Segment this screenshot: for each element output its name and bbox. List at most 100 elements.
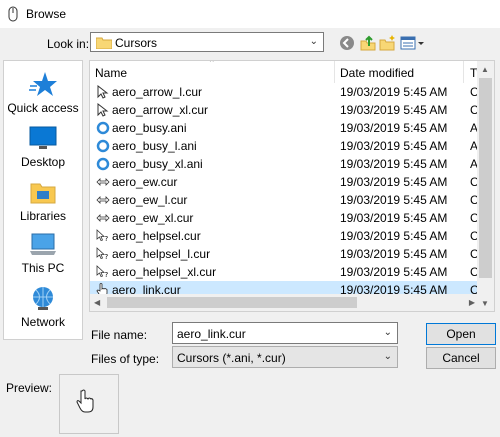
folder-icon bbox=[96, 37, 112, 49]
scroll-thumb[interactable] bbox=[479, 78, 492, 278]
computer-icon bbox=[30, 233, 56, 255]
place-quick-access[interactable]: Quick access bbox=[4, 71, 82, 115]
place-desktop[interactable]: Desktop bbox=[4, 125, 82, 169]
open-button[interactable]: Open bbox=[426, 323, 496, 345]
back-arrow-icon[interactable] bbox=[338, 34, 356, 52]
place-label: Desktop bbox=[20, 155, 66, 169]
file-row[interactable]: aero_busy_xl.ani 19/03/2019 5:45 AM Ar bbox=[90, 155, 482, 173]
file-list[interactable]: ⌃ Name Date modified Ty aero_arrow_l.cur… bbox=[89, 60, 495, 312]
column-divider[interactable] bbox=[334, 61, 335, 83]
chevron-down-icon[interactable]: ⌄ bbox=[310, 36, 318, 47]
star-icon bbox=[29, 72, 57, 96]
arrow-cursor-icon bbox=[96, 84, 110, 99]
busy-cursor-icon bbox=[96, 121, 110, 135]
file-row[interactable]: ?aero_helpsel.cur19/03/2019 5:45 AMCu bbox=[90, 227, 485, 245]
file-row[interactable]: ?aero_helpsel_xl.cur19/03/2019 5:45 AMCu bbox=[90, 263, 485, 281]
help-cursor-icon: ? bbox=[96, 247, 110, 261]
scroll-left-icon[interactable]: ◀ bbox=[94, 298, 100, 307]
file-date: 19/03/2019 5:45 AM bbox=[340, 211, 448, 225]
file-row[interactable]: ?aero_helpsel_l.cur19/03/2019 5:45 AMCu bbox=[90, 245, 485, 263]
chevron-down-icon[interactable]: ⌄ bbox=[384, 351, 392, 362]
look-in-value: Cursors bbox=[115, 36, 158, 50]
file-date: 19/03/2019 5:45 AM bbox=[340, 229, 448, 243]
file-name: aero_arrow_l.cur bbox=[112, 85, 203, 99]
new-folder-icon[interactable] bbox=[379, 34, 397, 52]
column-header-date[interactable]: Date modified bbox=[340, 66, 414, 80]
scroll-up-icon[interactable]: ▲ bbox=[481, 65, 489, 74]
files-of-type-select[interactable]: Cursors (*.ani, *.cur) ⌄ bbox=[172, 346, 398, 368]
busy-cursor-icon bbox=[96, 157, 110, 171]
scroll-right-icon[interactable]: ▶ bbox=[469, 298, 475, 307]
file-date: 19/03/2019 5:45 AM bbox=[340, 175, 448, 189]
window-title: Browse bbox=[26, 7, 67, 21]
cancel-button[interactable]: Cancel bbox=[426, 347, 496, 369]
column-divider[interactable] bbox=[463, 61, 464, 83]
chevron-down-icon[interactable]: ⌄ bbox=[384, 327, 392, 338]
file-date: 19/03/2019 5:45 AM bbox=[340, 193, 448, 207]
file-name: aero_busy_xl.ani bbox=[112, 157, 203, 171]
file-name-label: File name: bbox=[91, 328, 148, 342]
look-in-label: Look in: bbox=[47, 37, 90, 51]
file-row[interactable]: aero_arrow_l.cur19/03/2019 5:45 AMCu bbox=[90, 83, 485, 101]
place-network[interactable]: Network bbox=[4, 285, 82, 329]
desktop-icon bbox=[29, 126, 57, 149]
file-name: aero_busy_l.ani bbox=[112, 139, 197, 153]
libraries-icon bbox=[30, 183, 56, 204]
network-icon bbox=[33, 287, 53, 310]
look-in-dropdown[interactable]: Cursors ⌄ bbox=[90, 32, 324, 52]
file-date: 19/03/2019 5:45 AM bbox=[340, 85, 448, 99]
svg-text:?: ? bbox=[105, 271, 109, 279]
file-list-header: ⌃ Name Date modified Ty bbox=[90, 60, 494, 83]
file-name: aero_helpsel.cur bbox=[112, 229, 201, 243]
svg-text:?: ? bbox=[105, 235, 109, 243]
place-libraries[interactable]: Libraries bbox=[4, 179, 82, 223]
preview-label: Preview: bbox=[6, 381, 53, 395]
file-row[interactable]: aero_ew.cur19/03/2019 5:45 AMCu bbox=[90, 173, 485, 191]
file-row[interactable]: aero_arrow_xl.cur19/03/2019 5:45 AMCu bbox=[90, 101, 485, 119]
up-folder-icon[interactable] bbox=[359, 34, 377, 52]
file-name: aero_busy.ani bbox=[112, 121, 187, 135]
scroll-thumb[interactable] bbox=[107, 297, 357, 308]
file-row[interactable]: aero_busy.ani 19/03/2019 5:45 AM Ar bbox=[90, 119, 482, 137]
file-date: 19/03/2019 5:45 AM bbox=[340, 247, 448, 261]
help-cursor-icon: ? bbox=[96, 265, 110, 279]
file-name: aero_arrow_xl.cur bbox=[112, 103, 209, 117]
column-header-name[interactable]: Name bbox=[95, 66, 127, 80]
file-date: 19/03/2019 5:45 AM bbox=[340, 157, 448, 171]
file-date: 19/03/2019 5:45 AM bbox=[340, 103, 448, 117]
file-name: aero_helpsel_l.cur bbox=[112, 247, 211, 261]
file-row[interactable]: aero_ew_xl.cur19/03/2019 5:45 AMCu bbox=[90, 209, 485, 227]
file-date: 19/03/2019 5:45 AM bbox=[340, 121, 448, 135]
file-name: aero_helpsel_xl.cur bbox=[112, 265, 217, 279]
file-name: aero_ew_xl.cur bbox=[112, 211, 194, 225]
files-of-type-label: Files of type: bbox=[91, 352, 160, 366]
file-date: 19/03/2019 5:45 AM bbox=[340, 265, 448, 279]
scroll-down-icon[interactable]: ▼ bbox=[481, 299, 489, 308]
horizontal-scrollbar[interactable]: ◀ ▶ bbox=[90, 294, 479, 311]
place-label: Network bbox=[20, 315, 65, 329]
file-name: aero_ew.cur bbox=[112, 175, 178, 189]
files-of-type-value: Cursors (*.ani, *.cur) bbox=[177, 351, 286, 365]
vertical-scrollbar[interactable]: ▲ ▼ bbox=[477, 61, 494, 311]
view-menu-icon[interactable] bbox=[400, 34, 424, 52]
file-row[interactable]: aero_ew_l.cur19/03/2019 5:45 AMCu bbox=[90, 191, 485, 209]
place-this-pc[interactable]: This PC bbox=[4, 231, 82, 275]
ew-cursor-icon bbox=[96, 175, 110, 189]
app-icon bbox=[8, 6, 18, 22]
file-date: 19/03/2019 5:45 AM bbox=[340, 139, 448, 153]
place-label: Quick access bbox=[7, 101, 79, 115]
sort-up-icon: ⌃ bbox=[208, 60, 216, 68]
file-name-value[interactable]: aero_link.cur bbox=[177, 327, 246, 341]
file-name: aero_ew_l.cur bbox=[112, 193, 188, 207]
busy-cursor-icon bbox=[96, 139, 110, 153]
help-cursor-icon: ? bbox=[96, 229, 110, 243]
place-label: This PC bbox=[21, 261, 65, 275]
preview-box bbox=[59, 374, 119, 434]
file-row[interactable]: aero_busy_l.ani 19/03/2019 5:45 AM Ar bbox=[90, 137, 482, 155]
hand-cursor-icon bbox=[76, 389, 94, 413]
file-name-input[interactable]: aero_link.cur ⌄ bbox=[172, 322, 398, 344]
title-bar: Browse bbox=[0, 0, 500, 28]
svg-text:?: ? bbox=[105, 253, 109, 261]
ew-cursor-icon bbox=[96, 193, 110, 207]
arrow-cursor-icon bbox=[96, 102, 110, 117]
